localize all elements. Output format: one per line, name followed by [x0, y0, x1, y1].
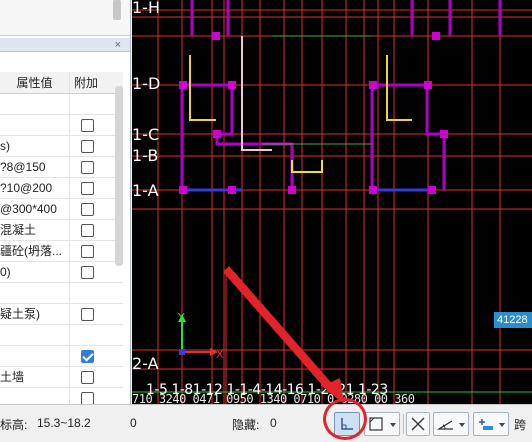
checkbox[interactable]: [81, 161, 94, 174]
property-value-column-header: 属性值: [0, 72, 70, 93]
properties-panel: × 属性值 附加 s) ?8@150 ?10@200 @300*400 混凝土 疆砼(坍落…: [0, 0, 131, 404]
toolbar-separator: [403, 414, 404, 434]
grid-axis-label: 1-A: [132, 181, 159, 200]
grid-axis-label: 2-A: [132, 354, 159, 373]
property-value: 混凝土: [0, 220, 70, 241]
panel-vertical-scrollbar[interactable]: [115, 86, 123, 266]
annotation-highlight-circle: [323, 398, 367, 440]
checkbox[interactable]: [81, 119, 94, 132]
property-row[interactable]: [0, 283, 123, 304]
cross-icon: [411, 417, 425, 431]
property-value: [0, 283, 70, 304]
checkbox[interactable]: [81, 182, 94, 195]
angle-snap-dropdown[interactable]: [433, 412, 469, 436]
angle-icon: [436, 420, 453, 430]
chevron-down-icon: [390, 423, 396, 427]
top-scrollbar-thumb[interactable]: [113, 0, 121, 20]
property-row[interactable]: 0): [0, 262, 123, 283]
property-row[interactable]: [0, 94, 123, 115]
offset-snap-dropdown[interactable]: [473, 412, 509, 436]
panel-close-icon[interactable]: ×: [115, 38, 121, 52]
property-value: [0, 94, 70, 115]
cross-snap-button[interactable]: [406, 412, 430, 436]
property-table: 属性值 附加 s) ?8@150 ?10@200 @300*400 混凝土 疆砼(坍落..…: [0, 72, 123, 404]
bottom-dimension-numbers: 710 3240 0471 0950 1340 0710 0 0280 00 3…: [132, 392, 415, 404]
svg-text:Y: Y: [177, 311, 185, 324]
checkbox[interactable]: [81, 140, 94, 153]
chevron-down-icon: [499, 423, 505, 427]
property-row[interactable]: 疆砼(坍落...: [0, 241, 123, 262]
property-value: 疑土泵): [0, 304, 70, 325]
drawing-canvas[interactable]: Y X 1-H 1-D 1-C 1-B 1-A 2-A 41228 1-5 1-81-12…: [132, 0, 532, 404]
grid-axis-label: 1-D: [132, 74, 161, 93]
property-row[interactable]: ?10@200: [0, 178, 123, 199]
property-value: 0): [0, 262, 70, 283]
count-value: 0: [130, 416, 137, 430]
status-bar: 标高: 15.3~18.2 0 隐藏: 0 跨: [0, 404, 532, 442]
hidden-value: 0: [270, 416, 277, 430]
property-value: 土墙: [0, 367, 70, 388]
property-value: [0, 388, 70, 404]
property-value: [0, 115, 70, 136]
checkbox[interactable]: [81, 371, 94, 384]
property-value: s): [0, 136, 70, 157]
checkbox[interactable]: [81, 392, 94, 404]
property-row[interactable]: 土墙: [0, 367, 123, 388]
elevation-label: 标高:: [0, 418, 28, 432]
property-row[interactable]: [0, 388, 123, 404]
status-tail-text: 跨: [514, 418, 527, 432]
property-row[interactable]: [0, 115, 123, 136]
property-row[interactable]: 疑土泵): [0, 304, 123, 325]
elevation-value: 15.3~18.2: [37, 416, 91, 430]
property-row[interactable]: [0, 346, 123, 367]
property-value: ?8@150: [0, 157, 70, 178]
property-row[interactable]: [0, 325, 123, 346]
floor-plan-drawing: Y X: [132, 0, 532, 404]
property-value: [0, 346, 70, 367]
svg-text:X: X: [216, 348, 224, 361]
coordinate-readout: 41228: [494, 312, 532, 328]
snap-mode-dropdown[interactable]: [364, 412, 400, 436]
property-rows: s) ?8@150 ?10@200 @300*400 混凝土 疆砼(坍落... 0) 疑土泵)…: [0, 94, 123, 404]
checkbox[interactable]: [81, 224, 94, 237]
panel-top-area: [0, 0, 130, 36]
properties-panel-titlebar: [0, 38, 130, 52]
property-value: [0, 325, 70, 346]
property-value: @300*400: [0, 199, 70, 220]
grid-axis-label: 1-H: [132, 0, 160, 17]
property-row[interactable]: 混凝土: [0, 220, 123, 241]
property-extra-column-header: 附加: [74, 76, 99, 90]
grid-axis-label: 1-B: [132, 146, 159, 165]
grid-axis-label: 1-C: [132, 125, 160, 144]
checked-checkbox[interactable]: [81, 350, 94, 363]
checkbox[interactable]: [81, 308, 94, 321]
property-value: ?10@200: [0, 178, 70, 199]
chevron-down-icon: [459, 423, 465, 427]
checkbox[interactable]: [81, 245, 94, 258]
property-row[interactable]: s): [0, 136, 123, 157]
property-table-header: 属性值 附加: [0, 72, 123, 94]
offset-plus-icon: [479, 419, 493, 430]
checkbox[interactable]: [81, 203, 94, 216]
property-row[interactable]: ?8@150: [0, 157, 123, 178]
hidden-label: 隐藏:: [232, 418, 260, 432]
square-snap-icon: [369, 417, 383, 431]
property-value: 疆砼(坍落...: [0, 241, 70, 262]
property-row[interactable]: @300*400: [0, 199, 123, 220]
checkbox[interactable]: [81, 266, 94, 279]
